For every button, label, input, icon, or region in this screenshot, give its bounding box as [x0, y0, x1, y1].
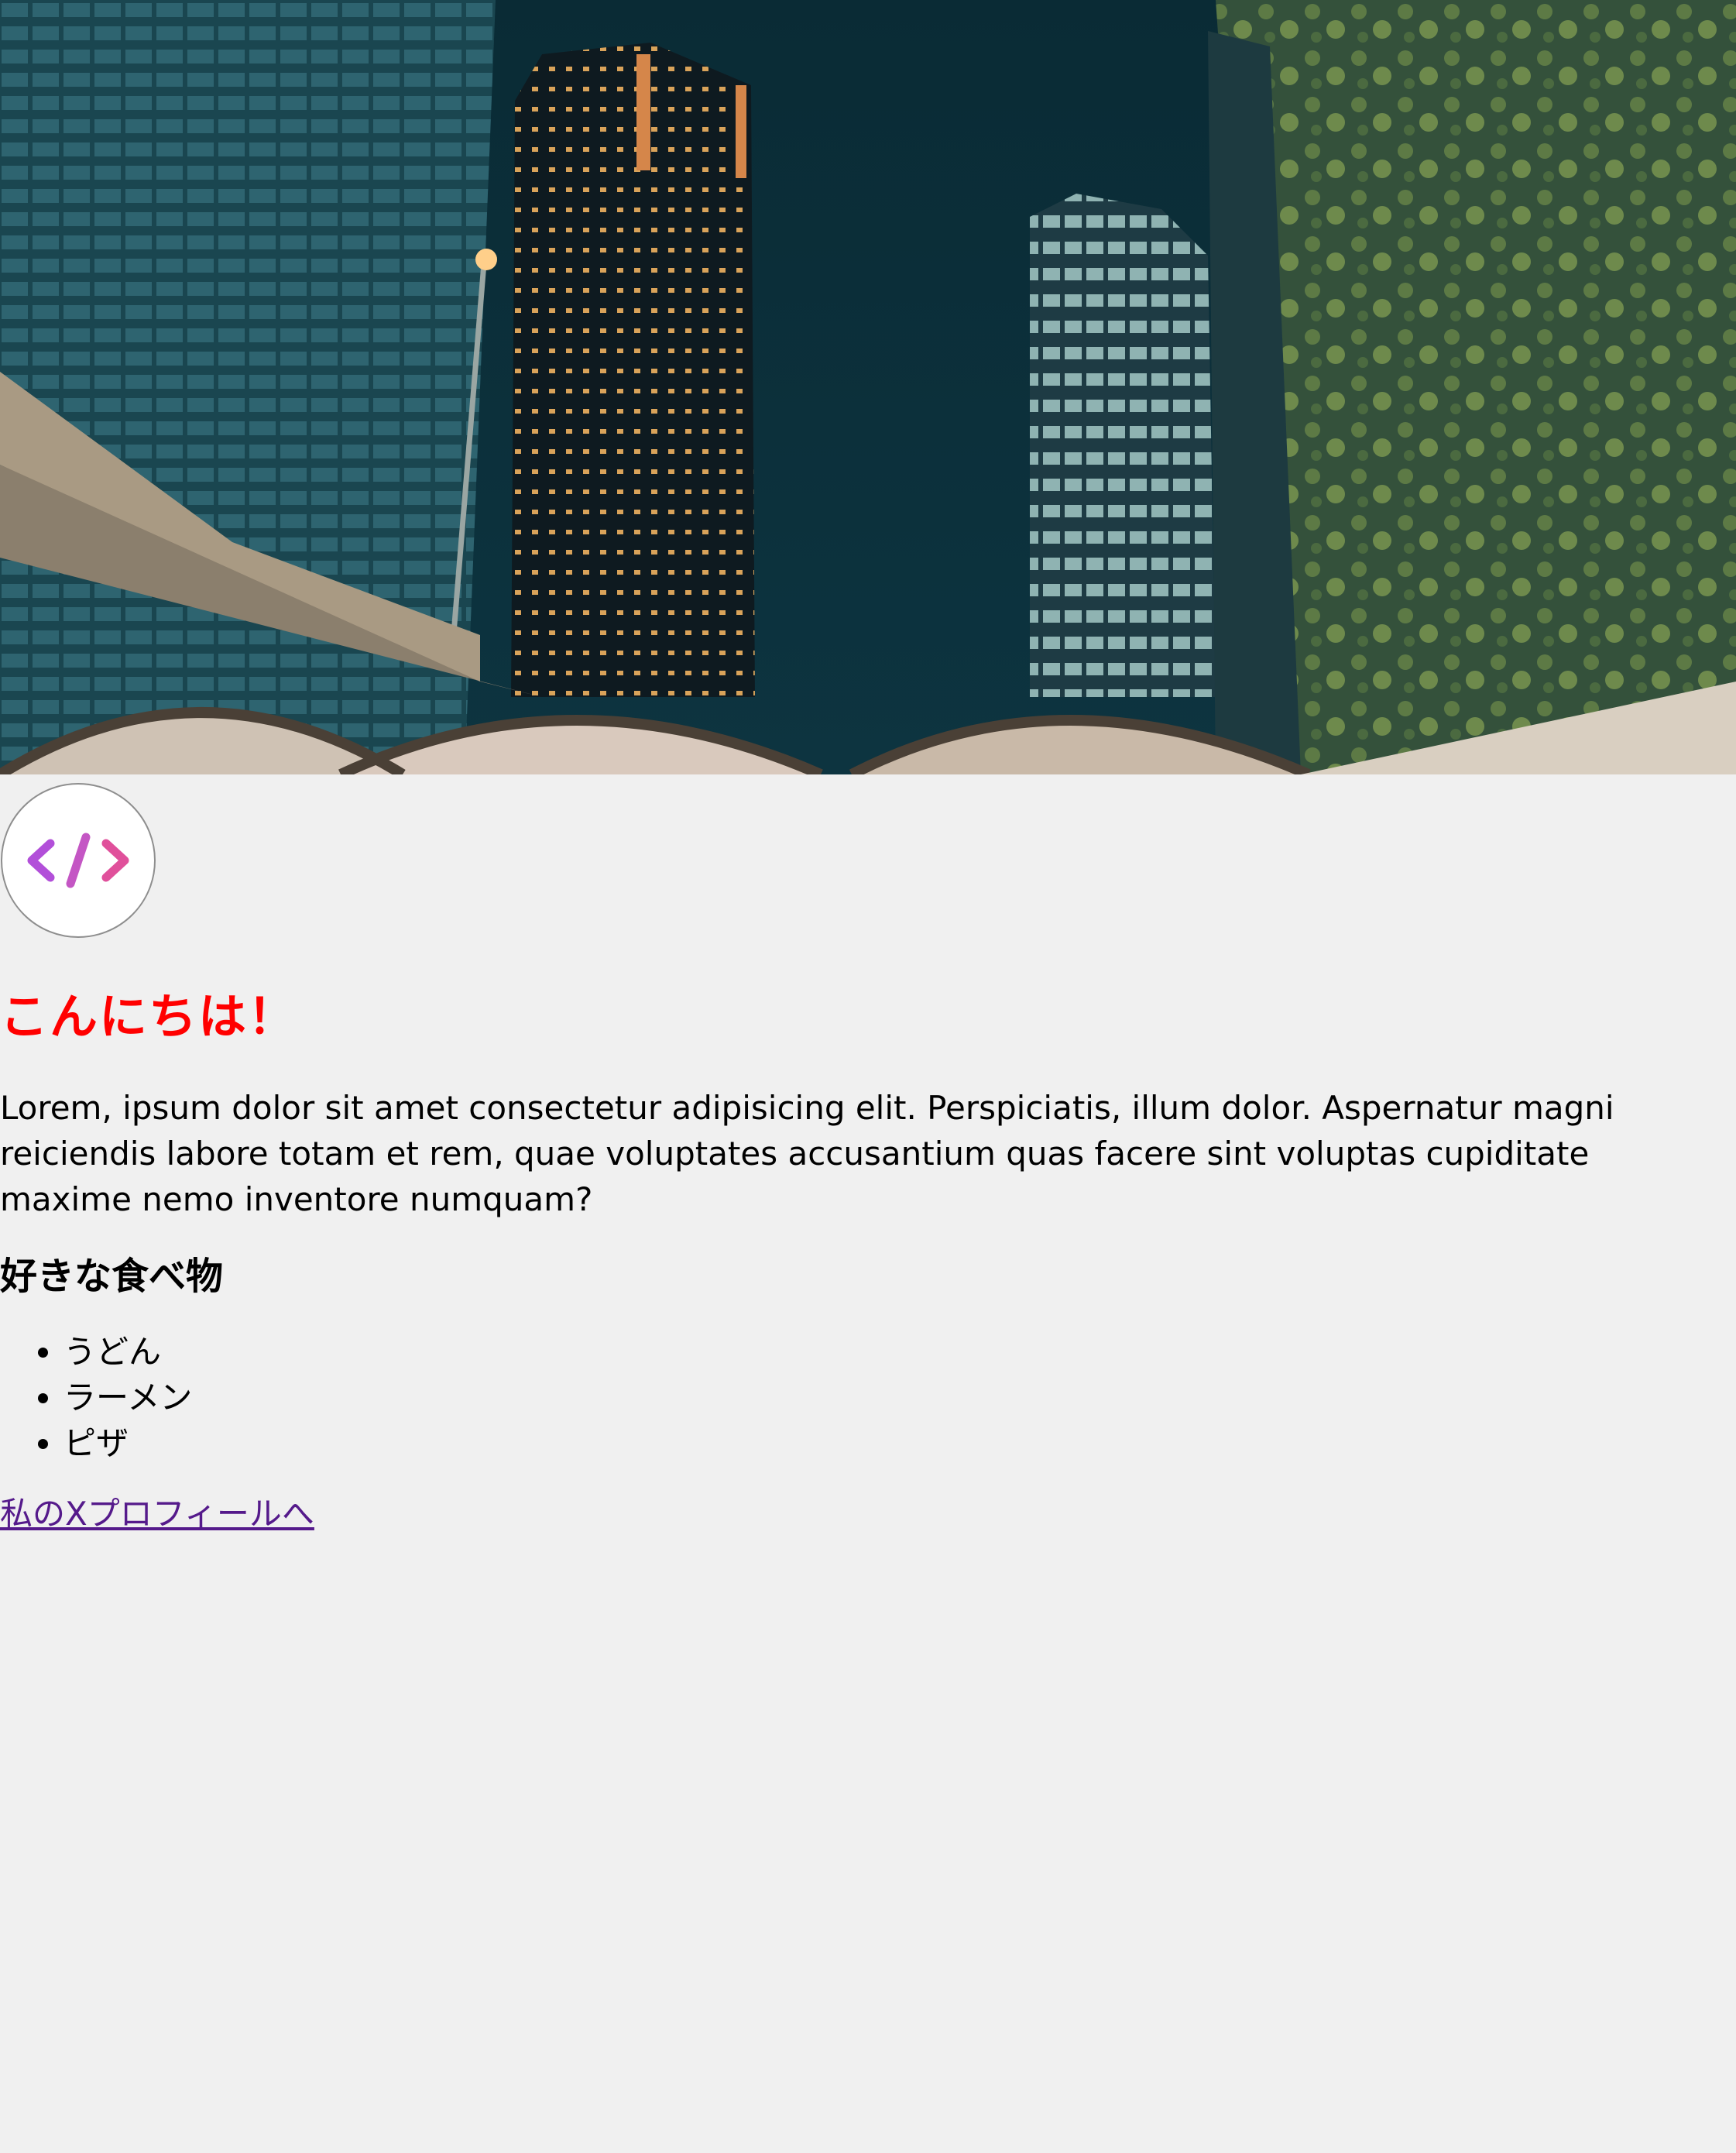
hero-image — [0, 0, 1736, 774]
list-item: うどん — [63, 1329, 1736, 1375]
intro-paragraph: Lorem, ipsum dolor sit amet consectetur … — [0, 1089, 1614, 1218]
avatar — [1, 783, 156, 938]
favorites-heading: 好きな食べ物 — [0, 1255, 224, 1298]
list-item: ラーメン — [63, 1375, 1736, 1420]
city-night-photo — [0, 0, 1736, 774]
x-profile-link[interactable]: 私のXプロフィールへ — [0, 1492, 314, 1536]
page-title: こんにちは！ — [0, 988, 298, 1045]
code-brackets-icon — [27, 833, 129, 888]
list-item: ピザ — [63, 1420, 1736, 1466]
favorites-list: うどん ラーメン ピザ — [0, 1329, 1736, 1466]
